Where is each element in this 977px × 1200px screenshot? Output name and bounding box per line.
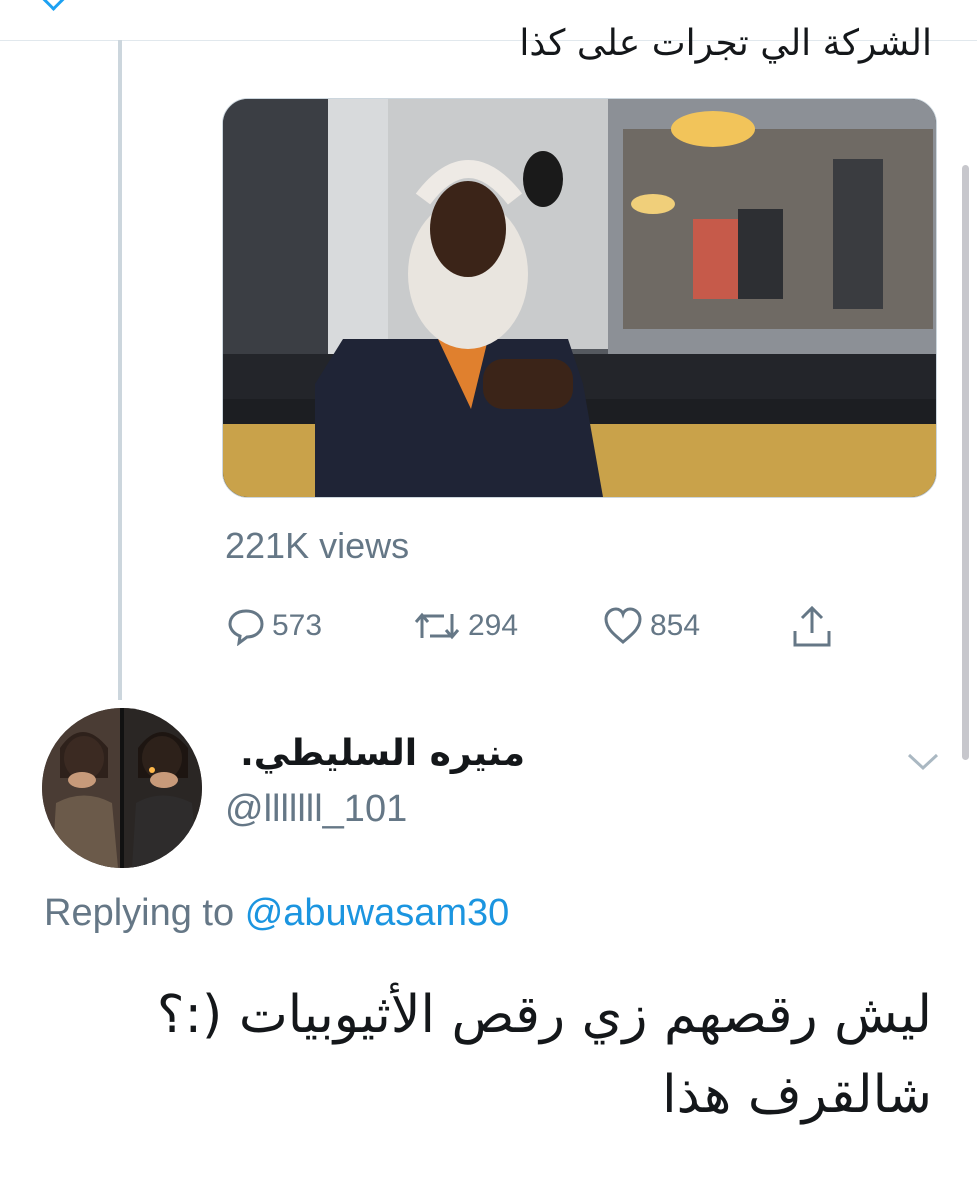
replying-to-line: Replying to @abuwasam30 (44, 892, 509, 935)
parent-tweet-text: الشركة الي تجرات على كذا (519, 23, 932, 64)
back-arrow-icon[interactable] (40, 0, 67, 11)
reply-tweet-text: ليش رقصهم زي رقص الأثيوبيات (:؟ شالقرف ه… (32, 975, 932, 1135)
heart-icon (602, 606, 644, 646)
share-icon (790, 603, 834, 649)
replying-to-mention[interactable]: @abuwasam30 (245, 892, 510, 934)
reply-text-line-2: شالقرف هذا (662, 1065, 932, 1125)
chevron-down-icon[interactable] (906, 752, 940, 772)
tweet-action-bar: 573 294 854 (222, 598, 862, 658)
scrollbar[interactable] (962, 165, 969, 760)
share-button[interactable] (790, 598, 834, 654)
reply-button[interactable]: 573 (226, 598, 322, 654)
view-count: 221K views (225, 525, 410, 566)
retweet-button[interactable]: 294 (412, 598, 518, 654)
thread-connector-line (118, 40, 122, 700)
like-count: 854 (650, 609, 701, 642)
retweet-icon (412, 606, 462, 646)
reply-icon (226, 606, 266, 646)
like-button[interactable]: 854 (602, 598, 700, 654)
avatar[interactable] (42, 708, 202, 868)
reply-count: 573 (272, 609, 323, 642)
reply-display-name[interactable]: منيره السليطي. (225, 730, 525, 778)
replying-prefix: Replying to (44, 892, 235, 934)
reply-handle[interactable]: @lllllll_101 (225, 788, 407, 831)
reply-text-line-1: ليش رقصهم زي رقص الأثيوبيات (:؟ (156, 985, 932, 1045)
tweet-video-thumbnail[interactable] (222, 98, 937, 498)
retweet-count: 294 (468, 609, 519, 642)
